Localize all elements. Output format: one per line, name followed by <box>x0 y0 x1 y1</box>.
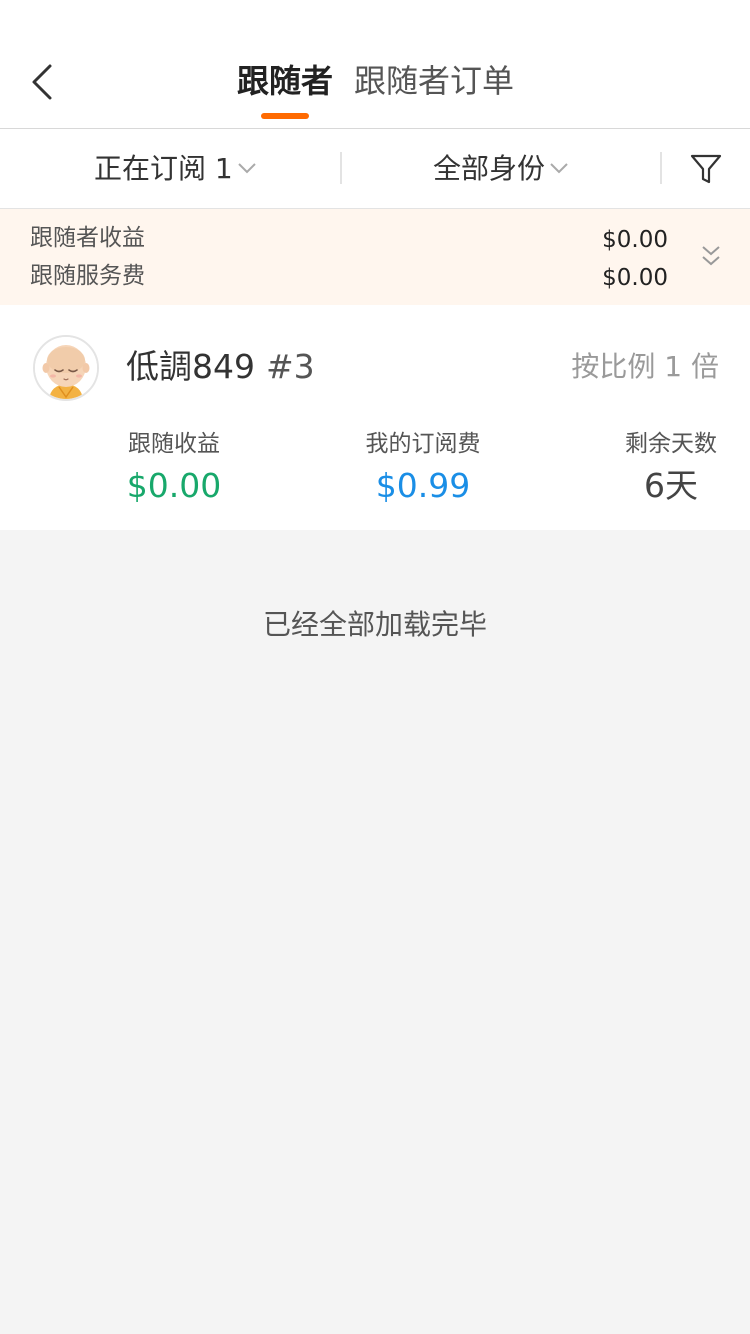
filter-bar: 正在订阅 1 全部身份 <box>0 129 750 209</box>
follower-earnings-label: 跟随者收益 <box>30 225 145 251</box>
chevron-down-icon <box>550 163 568 174</box>
service-fee-value: $0.00 <box>602 265 668 291</box>
subscription-count: 1 <box>214 152 233 185</box>
follower-card[interactable]: 低調849 #3 按比例 1 倍 跟随收益 $0.00 我的订阅费 $0.99 … <box>0 305 750 530</box>
all-loaded-message: 已经全部加载完毕 <box>262 608 487 641</box>
remaining-days-label: 剩余天数 <box>625 431 717 457</box>
active-tab-indicator <box>261 113 309 119</box>
filter-divider <box>660 152 662 184</box>
follower-earnings-value: $0.00 <box>602 227 668 253</box>
double-chevron-down-icon <box>702 246 720 266</box>
chevron-down-icon <box>238 163 256 174</box>
subscription-filter-dropdown[interactable]: 正在订阅 1 <box>94 129 257 209</box>
tab-followers[interactable]: 跟随者 <box>237 56 335 116</box>
follow-earnings-value: $0.00 <box>126 466 222 505</box>
subscription-fee-label: 我的订阅费 <box>365 431 481 457</box>
service-fee-label: 跟随服务费 <box>30 263 145 289</box>
filter-button[interactable] <box>688 151 724 187</box>
copy-ratio: 按比例 1 倍 <box>571 350 719 383</box>
follow-earnings-label: 跟随收益 <box>128 431 220 457</box>
earnings-summary: 跟随者收益 $0.00 跟随服务费 $0.00 <box>0 209 750 305</box>
remaining-days-value: 6天 <box>644 466 698 505</box>
tab-bar: 跟随者 跟随者订单 <box>0 56 750 126</box>
follower-name: 低調849 <box>126 347 255 386</box>
follower-rank: #3 <box>266 347 315 386</box>
avatar[interactable] <box>33 335 99 401</box>
role-filter-label: 全部身份 <box>433 152 546 185</box>
top-navigation-bar: 跟随者 跟随者订单 <box>0 0 750 129</box>
expand-summary-button[interactable] <box>697 242 725 270</box>
filter-divider <box>340 152 342 184</box>
tab-follower-orders[interactable]: 跟随者订单 <box>354 56 524 116</box>
monk-avatar-icon <box>35 337 97 399</box>
subscription-fee-value: $0.99 <box>375 466 471 505</box>
funnel-icon <box>690 154 722 184</box>
role-filter-dropdown[interactable]: 全部身份 <box>433 129 569 209</box>
subscription-filter-label: 正在订阅 <box>94 152 207 185</box>
